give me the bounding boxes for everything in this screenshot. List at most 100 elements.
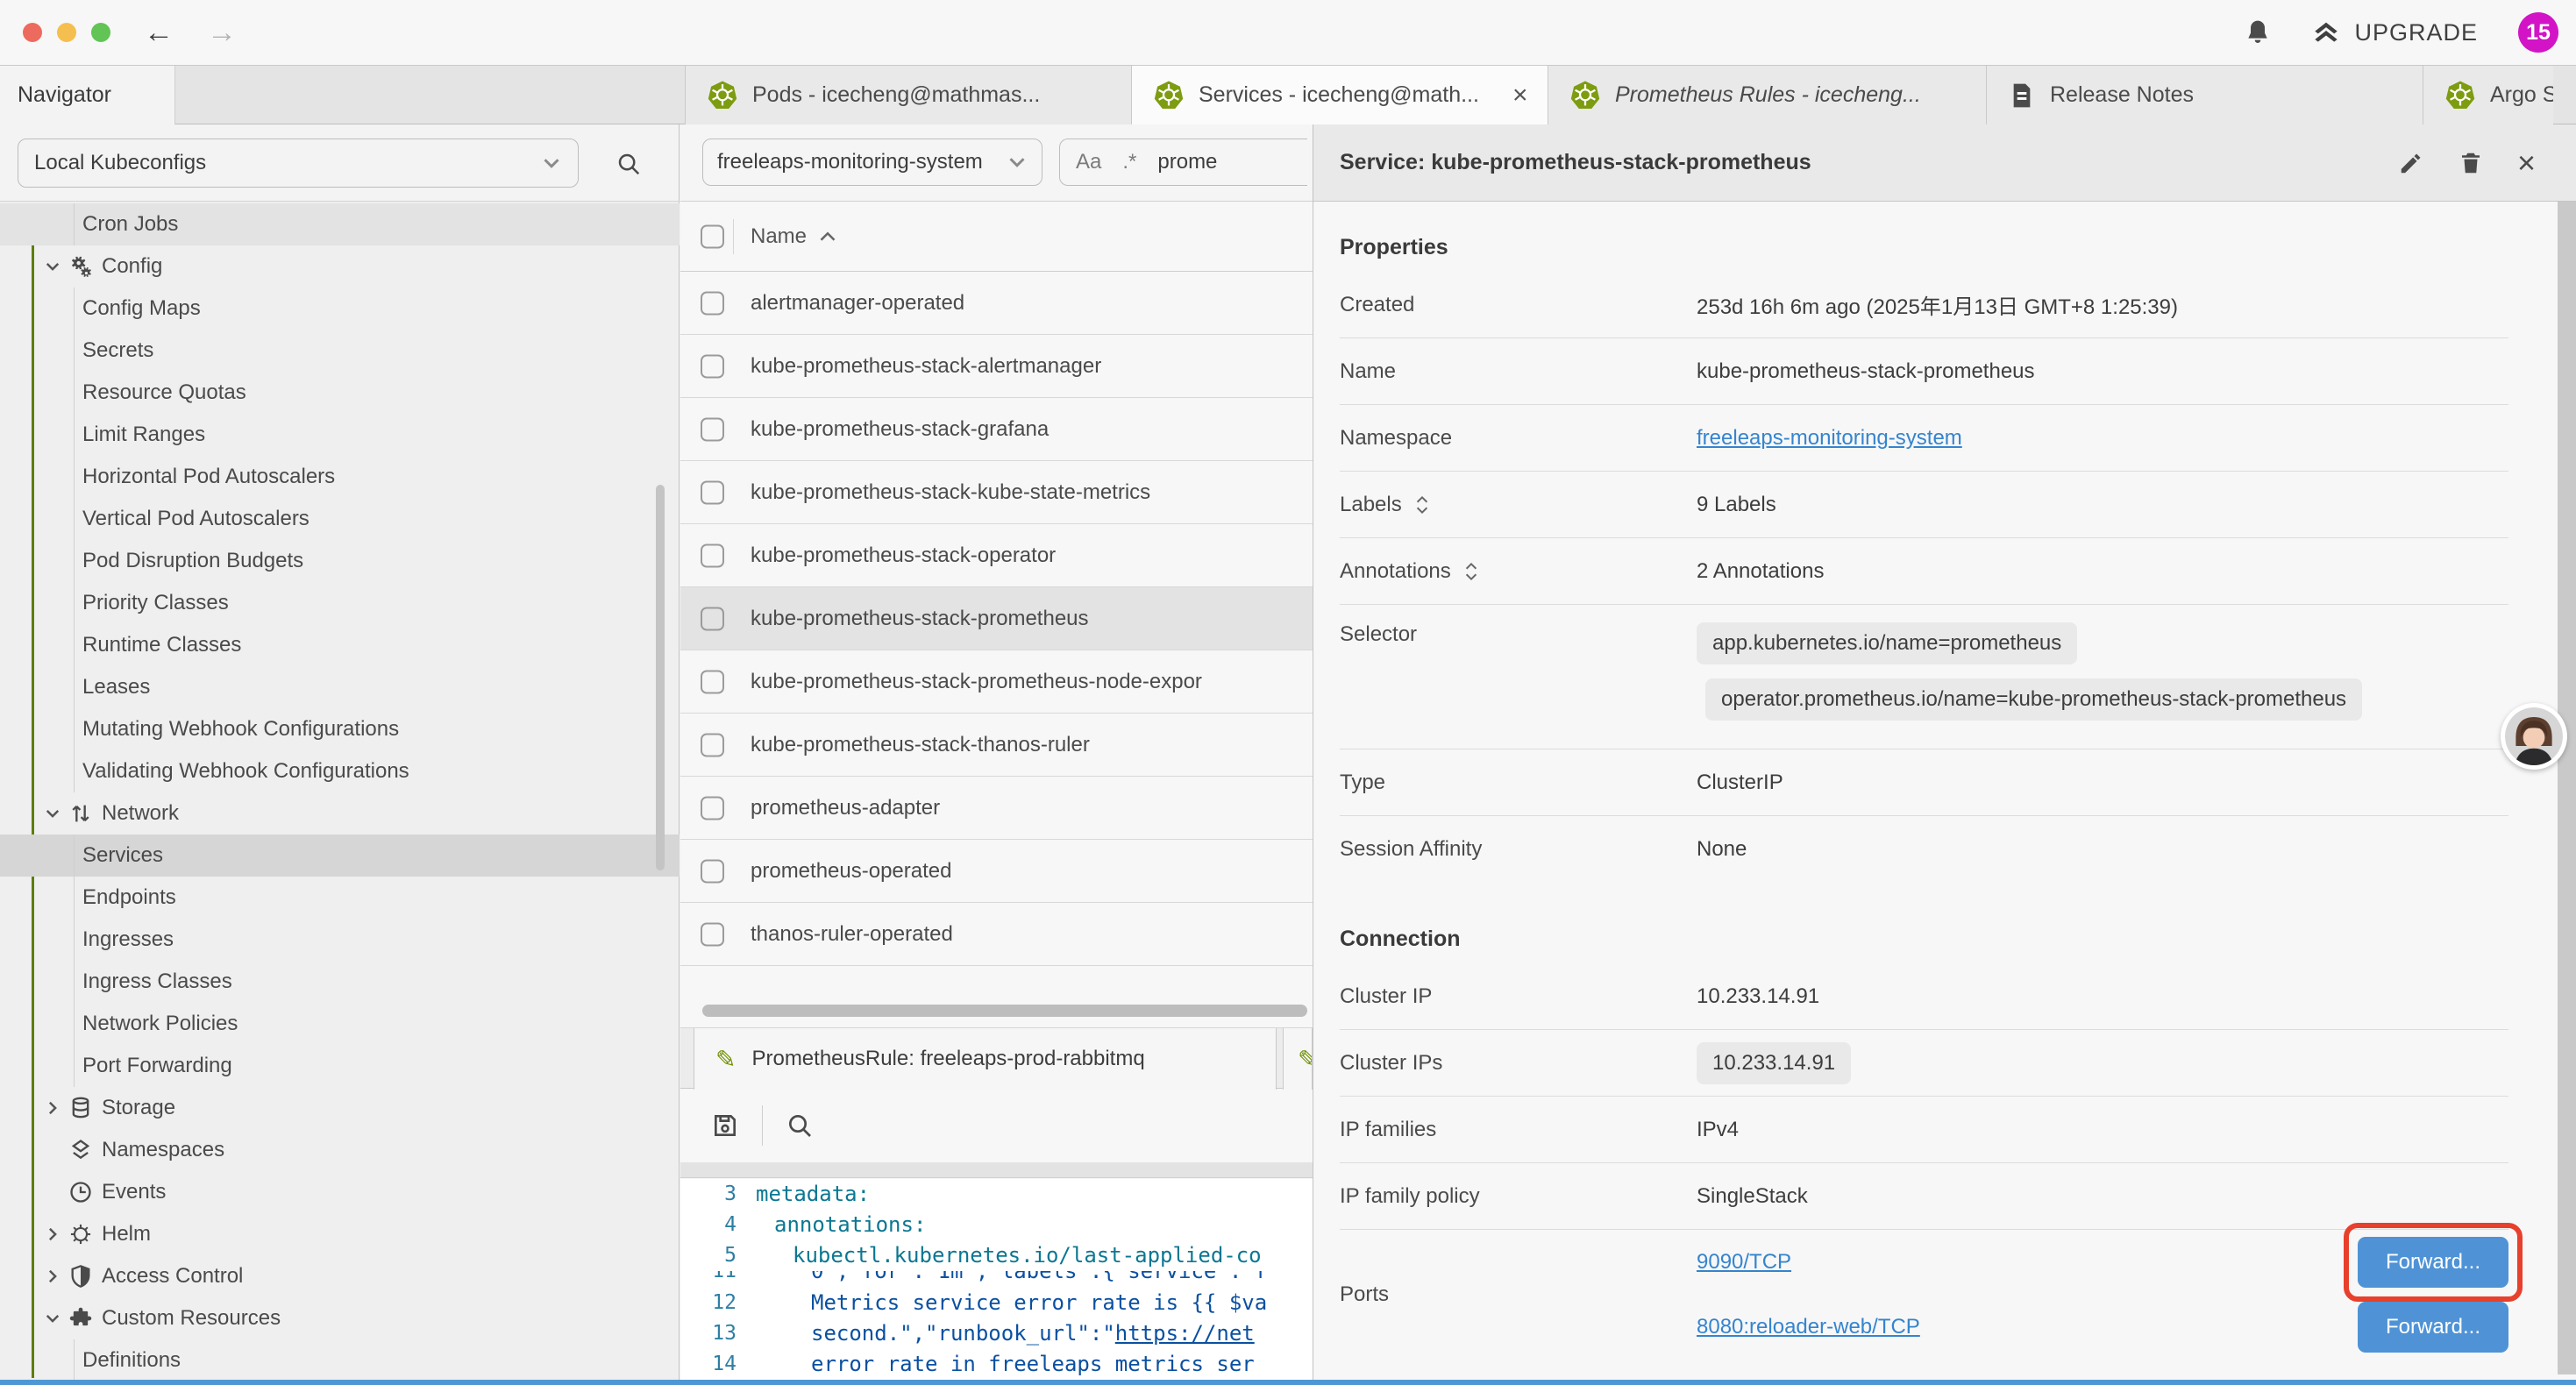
chevron-down-icon[interactable] — [44, 1310, 61, 1327]
row-checkbox[interactable] — [701, 291, 724, 315]
column-header-name[interactable]: Name — [751, 224, 836, 249]
sidebar-item-namespaces[interactable]: Namespaces — [0, 1129, 680, 1171]
sidebar-item-network[interactable]: Network — [0, 792, 680, 835]
row-checkbox[interactable] — [701, 543, 724, 567]
resource-filter-input[interactable]: Aa .* prome — [1059, 138, 1307, 186]
row-checkbox[interactable] — [701, 859, 724, 883]
table-row[interactable]: kube-prometheus-stack-thanos-ruler — [680, 714, 1313, 777]
row-checkbox[interactable] — [701, 417, 724, 441]
notification-count-badge[interactable]: 15 — [2518, 12, 2558, 53]
row-checkbox[interactable] — [701, 796, 724, 820]
row-checkbox[interactable] — [701, 480, 724, 504]
sidebar-item-cron-jobs[interactable]: Cron Jobs — [0, 203, 680, 245]
sidebar-item-pod-disruption-budgets[interactable]: Pod Disruption Budgets — [0, 540, 680, 582]
table-row[interactable]: kube-prometheus-stack-alertmanager — [680, 335, 1313, 398]
sidebar-scrollbar-thumb[interactable] — [656, 485, 665, 870]
sidebar-item-mutating-webhook-configurations[interactable]: Mutating Webhook Configurations — [0, 708, 680, 750]
chevron-right-icon[interactable] — [44, 1225, 61, 1243]
chevron-down-icon[interactable] — [44, 805, 61, 822]
sidebar-item-endpoints[interactable]: Endpoints — [0, 877, 680, 919]
table-row[interactable]: prometheus-operated — [680, 840, 1313, 903]
chevron-right-icon[interactable] — [44, 1268, 61, 1285]
sidebar-item-resource-quotas[interactable]: Resource Quotas — [0, 372, 680, 414]
sidebar-item-network-policies[interactable]: Network Policies — [0, 1003, 680, 1045]
namespace-link[interactable]: freeleaps-monitoring-system — [1697, 426, 1962, 450]
tab-pods-icecheng-mathmas[interactable]: Pods - icecheng@mathmas... — [685, 66, 1132, 124]
user-avatar[interactable] — [2501, 703, 2567, 770]
port-link[interactable]: 9090/TCP — [1697, 1250, 1791, 1275]
tab-release-notes[interactable]: Release Notes — [1987, 66, 2423, 124]
sidebar-item-helm[interactable]: Helm — [0, 1213, 680, 1255]
tab-argo-se[interactable]: Argo Se — [2423, 66, 2553, 124]
table-row[interactable]: prometheus-adapter — [680, 777, 1313, 840]
row-checkbox[interactable] — [701, 733, 724, 756]
editor-tab-prometheusrule[interactable]: ✎ PrometheusRule: freeleaps-prod-rabbitm… — [694, 1028, 1277, 1090]
sidebar-item-definitions[interactable]: Definitions — [0, 1339, 680, 1380]
sidebar-item-ingresses[interactable]: Ingresses — [0, 919, 680, 961]
edit-resource-icon[interactable] — [2398, 150, 2424, 176]
sidebar-item-runtime-classes[interactable]: Runtime Classes — [0, 624, 680, 666]
forward-button[interactable]: Forward... — [2358, 1302, 2508, 1353]
kubeconfig-selector[interactable]: Local Kubeconfigs — [18, 138, 579, 188]
back-icon[interactable]: ← — [144, 18, 174, 47]
port-link[interactable]: 8080:reloader-web/TCP — [1697, 1315, 1920, 1339]
notifications-bell-icon[interactable] — [2244, 18, 2272, 46]
sidebar-search-icon[interactable] — [616, 151, 642, 177]
namespace-selector[interactable]: freeleaps-monitoring-system — [702, 138, 1042, 186]
drawer-scrollbar[interactable] — [2558, 202, 2576, 1374]
save-icon[interactable] — [711, 1112, 739, 1140]
tab-prometheus-rules-icecheng[interactable]: Prometheus Rules - icecheng... — [1548, 66, 1987, 124]
chevron-right-icon[interactable] — [44, 1099, 61, 1117]
sidebar-item-storage[interactable]: Storage — [0, 1087, 680, 1129]
maximize-window-button[interactable] — [91, 23, 110, 42]
sidebar-item-custom-resources[interactable]: Custom Resources — [0, 1297, 680, 1339]
row-checkbox[interactable] — [701, 922, 724, 946]
navigator-panel-tab[interactable]: Navigator — [0, 66, 175, 124]
sidebar-item-leases[interactable]: Leases — [0, 666, 680, 708]
table-hscrollbar-thumb[interactable] — [702, 1005, 1307, 1017]
sidebar-item-limit-ranges[interactable]: Limit Ranges — [0, 414, 680, 456]
close-window-button[interactable] — [23, 23, 42, 42]
sort-updown-icon[interactable] — [1463, 560, 1479, 583]
editor-search-icon[interactable] — [786, 1112, 814, 1140]
table-row[interactable]: kube-prometheus-stack-kube-state-metrics — [680, 461, 1313, 524]
table-row[interactable]: alertmanager-operated — [680, 272, 1313, 335]
regex-toggle[interactable]: .* — [1122, 150, 1136, 174]
table-row[interactable]: thanos-ruler-operated — [680, 903, 1313, 966]
sort-updown-icon[interactable] — [1414, 494, 1430, 516]
upgrade-button[interactable]: UPGRADE — [2312, 18, 2478, 46]
close-tab-icon[interactable]: × — [1512, 81, 1528, 110]
select-all-checkbox[interactable] — [701, 224, 724, 248]
forward-icon[interactable]: → — [207, 18, 237, 47]
sidebar-item-config-maps[interactable]: Config Maps — [0, 288, 680, 330]
sidebar-item-services[interactable]: Services — [0, 835, 680, 877]
table-row[interactable]: kube-prometheus-stack-prometheus-node-ex… — [680, 650, 1313, 714]
sidebar-item-config[interactable]: Config — [0, 245, 680, 288]
row-checkbox[interactable] — [701, 354, 724, 378]
sidebar-item-access-control[interactable]: Access Control — [0, 1255, 680, 1297]
sidebar-item-priority-classes[interactable]: Priority Classes — [0, 582, 680, 624]
chevron-down-icon[interactable] — [44, 258, 61, 275]
runbook-url-link[interactable]: https://net — [1115, 1321, 1255, 1346]
code-text: 0","for":"1m","labels":{"service":"f — [811, 1271, 1267, 1287]
minimize-window-button[interactable] — [57, 23, 76, 42]
row-checkbox[interactable] — [701, 607, 724, 630]
sidebar-item-vertical-pod-autoscalers[interactable]: Vertical Pod Autoscalers — [0, 498, 680, 540]
match-case-toggle[interactable]: Aa — [1076, 150, 1101, 174]
sidebar-item-ingress-classes[interactable]: Ingress Classes — [0, 961, 680, 1003]
sidebar-item-port-forwarding[interactable]: Port Forwarding — [0, 1045, 680, 1087]
table-row[interactable]: kube-prometheus-stack-grafana — [680, 398, 1313, 461]
table-row[interactable]: kube-prometheus-stack-prometheus — [680, 587, 1313, 650]
sidebar-item-validating-webhook-configurations[interactable]: Validating Webhook Configurations — [0, 750, 680, 792]
editor-tab-clipped[interactable]: ✎ — [1283, 1028, 1313, 1090]
table-row[interactable]: kube-prometheus-stack-operator — [680, 524, 1313, 587]
close-drawer-icon[interactable]: × — [2517, 147, 2536, 179]
sidebar-item-events[interactable]: Events — [0, 1171, 680, 1213]
sidebar-item-horizontal-pod-autoscalers[interactable]: Horizontal Pod Autoscalers — [0, 456, 680, 498]
yaml-editor[interactable]: 3metadata:4annotations:5kubectl.kubernet… — [680, 1179, 1313, 1380]
sidebar-item-secrets[interactable]: Secrets — [0, 330, 680, 372]
forward-button[interactable]: Forward... — [2358, 1237, 2508, 1288]
tab-services-icecheng-math[interactable]: Services - icecheng@math...× — [1132, 66, 1548, 124]
row-checkbox[interactable] — [701, 670, 724, 693]
delete-resource-icon[interactable] — [2458, 150, 2484, 176]
